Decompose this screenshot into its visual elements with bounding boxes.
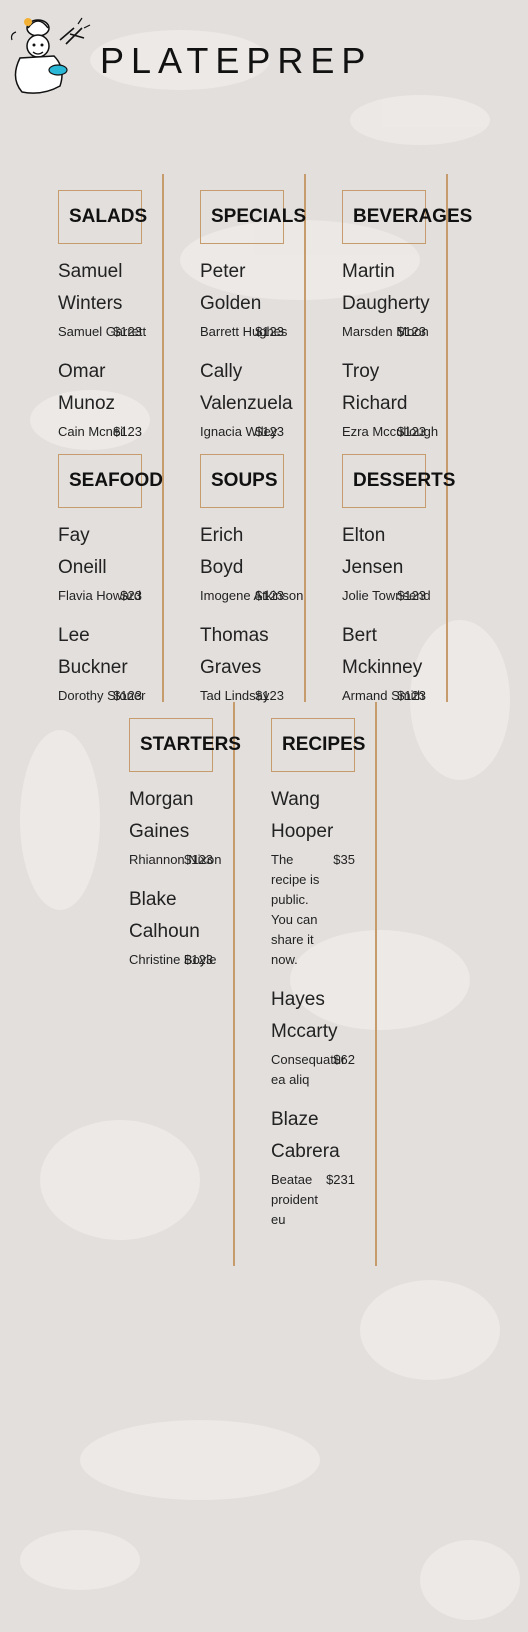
- item-description: The recipe is public. You can share it n…: [271, 852, 320, 967]
- chef-logo-icon: [10, 17, 91, 94]
- item-price: $123: [113, 424, 142, 439]
- menu-item[interactable]: Hayes Mccarty Consequatur ea aliq $62: [271, 984, 355, 1090]
- category-title: BEVERAGES: [353, 206, 473, 227]
- item-name: Bert Mckinney: [342, 625, 423, 678]
- brand-name: PLATEPREP: [100, 40, 373, 81]
- category-title: SPECIALS: [211, 206, 307, 227]
- menu-item[interactable]: Peter Golden Barrett Hughes $123: [200, 256, 287, 340]
- menu-item[interactable]: Omar Munoz Cain Mcneil $123: [58, 356, 142, 440]
- category-specials: SPECIALS Peter Golden Barrett Hughes $12…: [200, 174, 306, 440]
- category-title-box: DESSERTS: [342, 454, 455, 508]
- menu-item[interactable]: Blaze Cabrera Beatae proident eu $231: [271, 1104, 355, 1230]
- menu-item[interactable]: Elton Jensen Jolie Townsend $123: [342, 520, 431, 604]
- category-beverages: BEVERAGES Martin Daugherty Marsden Moon …: [342, 174, 472, 440]
- item-name: Thomas Graves: [200, 625, 269, 678]
- item-name: Blake Calhoun: [129, 889, 200, 942]
- item-name: Peter Golden: [200, 261, 262, 314]
- item-name: Fay Oneill: [58, 525, 107, 578]
- item-name: Hayes Mccarty: [271, 989, 338, 1042]
- item-price: $123: [397, 688, 426, 703]
- item-name: Omar Munoz: [58, 361, 116, 414]
- item-price: $62: [333, 1052, 355, 1067]
- category-title-box: STARTERS: [129, 718, 241, 772]
- menu-item[interactable]: Morgan Gaines Rhiannon Nixon $123: [129, 784, 222, 868]
- item-name: Lee Buckner: [58, 625, 128, 678]
- category-title-box: SPECIALS: [200, 190, 306, 244]
- item-price: $123: [184, 952, 213, 967]
- item-name: Elton Jensen: [342, 525, 404, 578]
- item-name: Samuel Winters: [58, 261, 123, 314]
- category-seafood: SEAFOOD Fay Oneill Flavia Howard $23 Lee…: [58, 454, 164, 704]
- item-price: $123: [397, 324, 426, 339]
- menu-item[interactable]: Samuel Winters Samuel Garrett $123: [58, 256, 146, 340]
- item-price: $23: [120, 588, 142, 603]
- category-title: SEAFOOD: [69, 470, 163, 491]
- menu-item[interactable]: Erich Boyd Imogene Atkinson $123: [200, 520, 303, 604]
- category-soups: SOUPS Erich Boyd Imogene Atkinson $123 T…: [200, 438, 306, 704]
- item-name: Blaze Cabrera: [271, 1109, 340, 1162]
- menu-item[interactable]: Blake Calhoun Christine Boyle $123: [129, 884, 216, 968]
- item-description: Beatae proident eu: [271, 1172, 318, 1227]
- item-name: Troy Richard: [342, 361, 408, 414]
- category-title: SOUPS: [211, 470, 278, 491]
- item-price: $231: [326, 1172, 355, 1187]
- menu-item[interactable]: Fay Oneill Flavia Howard $23: [58, 520, 142, 604]
- category-starters: STARTERS Morgan Gaines Rhiannon Nixon $1…: [129, 702, 241, 1266]
- item-price: $123: [397, 588, 426, 603]
- item-name: Erich Boyd: [200, 525, 244, 578]
- category-title: STARTERS: [140, 734, 241, 755]
- item-description: Imogene Atkinson: [200, 588, 304, 603]
- menu-item[interactable]: Cally Valenzuela Ignacia Wiley $123: [200, 356, 293, 440]
- item-name: Morgan Gaines: [129, 789, 194, 842]
- category-title-box: SALADS: [58, 190, 147, 244]
- menu-item[interactable]: Bert Mckinney Armand Smith $123: [342, 620, 426, 704]
- item-price: $123: [255, 588, 284, 603]
- category-title: SALADS: [69, 206, 148, 227]
- category-desserts: DESSERTS Elton Jensen Jolie Townsend $12…: [342, 438, 455, 704]
- item-name: Martin Daugherty: [342, 261, 430, 314]
- category-title-box: BEVERAGES: [342, 190, 472, 244]
- menu-item[interactable]: Martin Daugherty Marsden Moon $123: [342, 256, 430, 340]
- category-title: RECIPES: [282, 734, 366, 755]
- item-price: $123: [113, 324, 142, 339]
- category-title-box: SOUPS: [200, 454, 284, 508]
- menu-item[interactable]: Troy Richard Ezra Mccullough $123: [342, 356, 438, 440]
- category-title-box: SEAFOOD: [58, 454, 163, 508]
- item-name: Cally Valenzuela: [200, 361, 293, 414]
- item-price: $123: [184, 852, 213, 867]
- item-price: $123: [255, 324, 284, 339]
- menu-item[interactable]: Wang Hooper The recipe is public. You ca…: [271, 784, 355, 970]
- item-name: Wang Hooper: [271, 789, 334, 842]
- category-title-box: RECIPES: [271, 718, 365, 772]
- menu-item[interactable]: Lee Buckner Dorothy Stoner $123: [58, 620, 145, 704]
- category-title: DESSERTS: [353, 470, 456, 491]
- item-price: $35: [333, 852, 355, 867]
- menu-item[interactable]: Thomas Graves Tad Lindsay $123: [200, 620, 284, 704]
- header: PLATEPREP: [8, 10, 408, 95]
- category-recipes: RECIPES Wang Hooper The recipe is public…: [271, 702, 377, 1266]
